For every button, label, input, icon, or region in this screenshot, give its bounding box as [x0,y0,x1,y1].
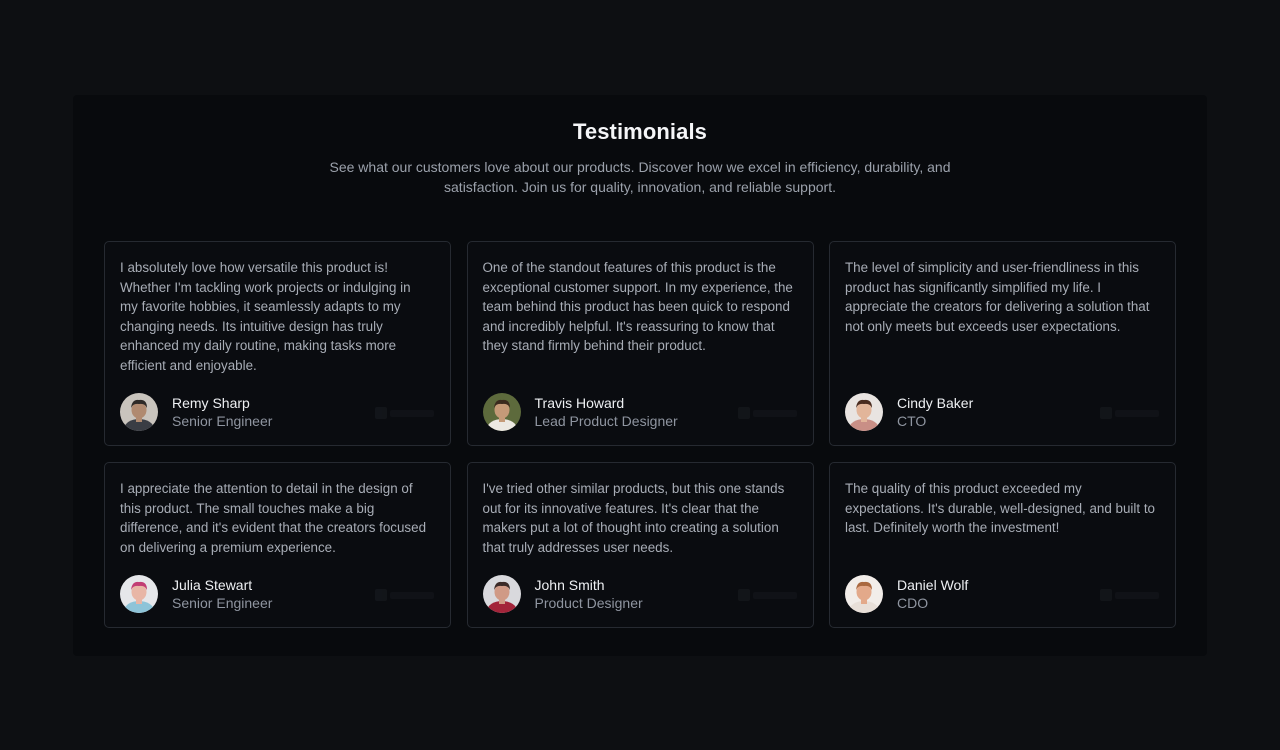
avatar [120,575,158,613]
author-meta: John Smith Product Designer [535,576,643,613]
avatar [845,393,883,431]
author-role: CTO [897,412,927,429]
company-logo-icon [375,589,434,601]
company-logo-icon [1100,407,1159,419]
company-logo-icon [375,407,434,419]
testimonial-quote: I absolutely love how versatile this pro… [120,260,411,373]
testimonial-author: John Smith Product Designer [482,575,643,613]
logo-wordmark [390,409,434,417]
author-name: Cindy Baker [897,394,974,411]
logo-wordmark [390,591,434,599]
author-meta: Julia Stewart Senior Engineer [172,576,272,613]
logo-mark [737,589,750,601]
testimonial-author: Cindy Baker CTO [845,393,973,431]
avatar-portrait [845,393,883,431]
author-meta: Cindy Baker CTO [897,394,973,431]
author-role: Senior Engineer [172,594,273,611]
logo-mark [375,407,387,419]
avatar [482,393,521,431]
avatar-portrait [120,575,158,613]
testimonial-card: The quality of this product exceeded my … [829,462,1176,628]
testimonial-card: I've tried other similar products, but t… [466,462,814,628]
testimonial-quote: The level of simplicity and user-friendl… [845,260,1150,334]
author-role: Senior Engineer [172,412,273,429]
author-name: Julia Stewart [172,576,253,593]
section-title: Testimonials [572,119,708,144]
avatar-portrait [120,393,158,431]
author-name: John Smith [534,576,605,593]
avatar-portrait [845,575,883,613]
author-meta: Travis Howard Lead Product Designer [535,394,678,431]
avatar [845,575,883,613]
logo-mark [1100,589,1112,601]
logo-mark [375,589,387,601]
avatar-portrait [482,393,521,431]
author-name: Travis Howard [534,394,625,411]
logo-wordmark [752,409,797,417]
testimonials-section: Testimonials See what our customers love… [73,95,1207,656]
author-name: Remy Sharp [172,394,250,411]
testimonial-grid: I absolutely love how versatile this pro… [104,241,1176,628]
testimonial-author: Daniel Wolf CDO [845,575,968,613]
section-subtitle: See what our customers love about our pr… [329,159,951,195]
author-role: Product Designer [534,594,643,611]
testimonial-card: I absolutely love how versatile this pro… [104,241,451,446]
logo-wordmark [1115,591,1159,599]
testimonial-quote: I've tried other similar products, but t… [482,481,785,555]
testimonial-author: Julia Stewart Senior Engineer [120,575,272,613]
testimonial-card: The level of simplicity and user-friendl… [829,241,1176,446]
company-logo-icon [737,589,797,601]
author-meta: Daniel Wolf CDO [897,576,968,613]
testimonial-card: One of the standout features of this pro… [466,241,814,446]
author-role: Lead Product Designer [534,412,678,429]
logo-mark [1100,407,1112,419]
author-role: CDO [897,594,929,611]
author-name: Daniel Wolf [897,576,969,593]
testimonial-quote: The quality of this product exceeded my … [845,481,1155,535]
logo-mark [737,407,750,419]
avatar [120,393,158,431]
testimonial-author: Remy Sharp Senior Engineer [120,393,272,431]
testimonial-author: Travis Howard Lead Product Designer [482,393,678,431]
testimonial-quote: One of the standout features of this pro… [482,260,793,353]
author-meta: Remy Sharp Senior Engineer [172,394,272,431]
company-logo-icon [737,407,797,419]
avatar [482,575,521,613]
testimonial-quote: I appreciate the attention to detail in … [120,481,427,555]
company-logo-icon [1100,589,1159,601]
avatar-portrait [482,575,521,613]
logo-wordmark [1115,409,1159,417]
logo-wordmark [752,591,797,599]
testimonial-card: I appreciate the attention to detail in … [104,462,451,628]
